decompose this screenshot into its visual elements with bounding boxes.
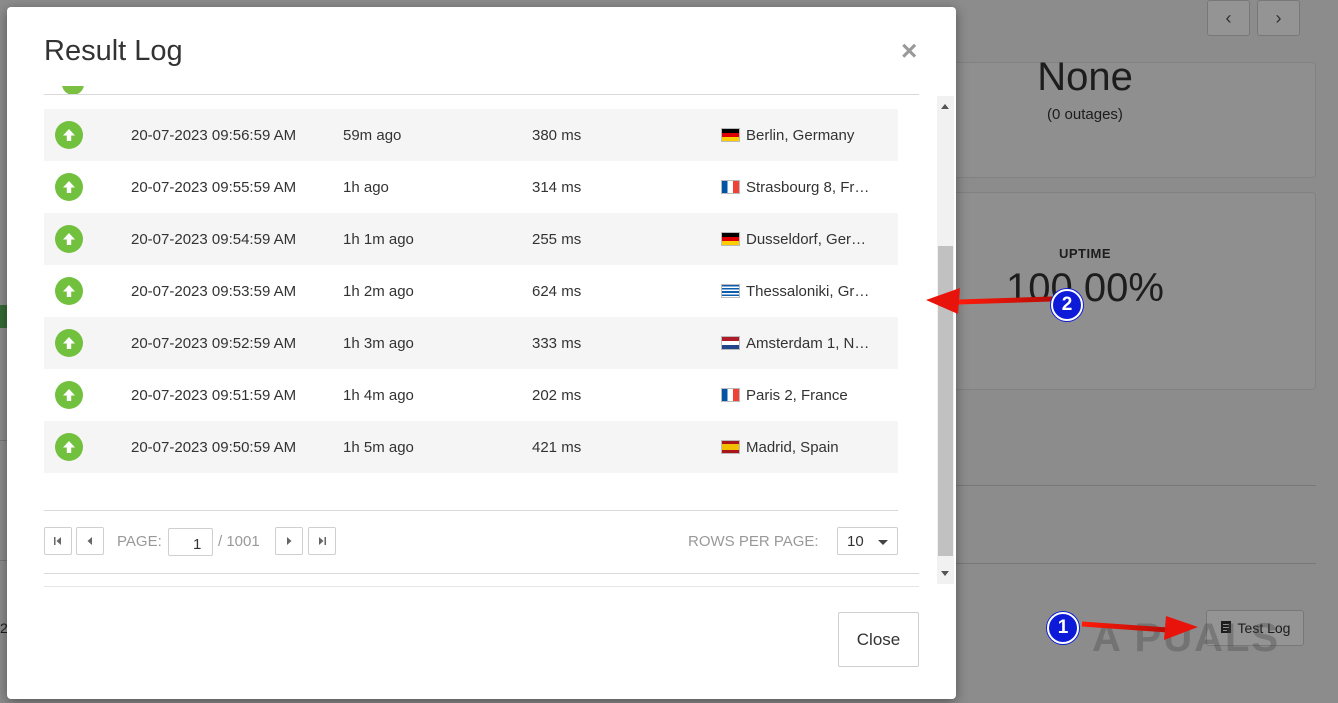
log-response-time: 314 ms bbox=[532, 178, 582, 196]
flag-es-icon bbox=[721, 440, 740, 454]
up-arrow-icon bbox=[55, 121, 83, 149]
annotation-badge-2: 2 bbox=[1051, 289, 1083, 321]
table-row: 20-07-2023 09:55:59 AM 1h ago 314 ms Strasb… bbox=[44, 161, 898, 213]
scroll-up-icon[interactable] bbox=[941, 104, 949, 109]
table-row: 20-07-2023 09:52:59 AM 1h 3m ago 333 ms Ams… bbox=[44, 317, 898, 369]
rows-per-page-value: 10 bbox=[847, 533, 864, 550]
log-location: Dusseldorf, Ger… bbox=[721, 231, 866, 248]
log-relative-time: 1h 3m ago bbox=[343, 334, 414, 352]
pagination: PAGE: / 1001 ROWS PER PAGE: 10 bbox=[44, 527, 898, 557]
location-label: Paris 2, France bbox=[746, 386, 848, 404]
log-response-time: 624 ms bbox=[532, 282, 582, 300]
log-date: 20-07-2023 09:52:59 AM bbox=[131, 334, 297, 352]
table-row: 20-07-2023 09:54:59 AM 1h 1m ago 255 ms Dus… bbox=[44, 213, 898, 265]
divider bbox=[44, 510, 898, 511]
location-label: Berlin, Germany bbox=[746, 126, 855, 144]
prev-page-icon bbox=[87, 537, 92, 545]
table-row: 20-07-2023 09:53:59 AM 1h 2m ago 624 ms The… bbox=[44, 265, 898, 317]
table-row: 20-07-2023 09:56:59 AM 59m ago 380 ms Berli… bbox=[44, 109, 898, 161]
appuals-watermark: A PUALS bbox=[1092, 616, 1281, 660]
log-date: 20-07-2023 09:55:59 AM bbox=[131, 178, 297, 196]
last-page-button[interactable] bbox=[308, 527, 336, 555]
log-relative-time: 1h ago bbox=[343, 178, 389, 196]
scrollbar-thumb[interactable] bbox=[938, 246, 953, 556]
divider bbox=[44, 94, 919, 95]
flag-de-icon bbox=[721, 128, 740, 142]
up-arrow-icon bbox=[55, 329, 83, 357]
log-response-time: 333 ms bbox=[532, 334, 582, 352]
divider bbox=[44, 573, 919, 574]
scroll-down-icon[interactable] bbox=[941, 571, 949, 576]
up-arrow-icon bbox=[55, 433, 83, 461]
location-label: Madrid, Spain bbox=[746, 438, 839, 456]
flag-fr-icon bbox=[721, 180, 740, 194]
flag-de-icon bbox=[721, 232, 740, 246]
log-relative-time: 1h 2m ago bbox=[343, 282, 414, 300]
up-arrow-icon bbox=[55, 225, 83, 253]
rows-per-page-select[interactable]: 10 bbox=[837, 527, 898, 555]
log-relative-time: 1h 5m ago bbox=[343, 438, 414, 456]
log-location: Madrid, Spain bbox=[721, 439, 839, 456]
last-page-icon bbox=[319, 537, 326, 545]
first-page-button[interactable] bbox=[44, 527, 72, 555]
up-arrow-icon bbox=[55, 277, 83, 305]
scrollbar[interactable] bbox=[937, 96, 954, 584]
log-response-time: 421 ms bbox=[532, 438, 582, 456]
up-arrow-icon bbox=[55, 173, 83, 201]
log-response-time: 380 ms bbox=[532, 126, 582, 144]
page-label: PAGE: bbox=[117, 533, 162, 550]
flag-nl-icon bbox=[721, 336, 740, 350]
log-response-time: 202 ms bbox=[532, 386, 582, 404]
location-label: Thessaloniki, Gr… bbox=[746, 282, 870, 300]
log-location: Paris 2, France bbox=[721, 387, 848, 404]
location-label: Amsterdam 1, N… bbox=[746, 334, 870, 352]
log-date: 20-07-2023 09:50:59 AM bbox=[131, 438, 297, 456]
next-page-button[interactable] bbox=[275, 527, 303, 555]
close-icon[interactable]: × bbox=[901, 37, 917, 65]
log-date: 20-07-2023 09:53:59 AM bbox=[131, 282, 297, 300]
log-location: Amsterdam 1, N… bbox=[721, 335, 869, 352]
log-location: Thessaloniki, Gr… bbox=[721, 283, 869, 300]
result-table: 20-07-2023 09:56:59 AM 59m ago 380 ms Berli… bbox=[44, 109, 898, 473]
annotation-badge-1: 1 bbox=[1047, 612, 1079, 644]
result-log-modal: Result Log × 20-07-2023 09:56:59 AM 59m a… bbox=[7, 7, 956, 699]
log-location: Berlin, Germany bbox=[721, 127, 854, 144]
divider bbox=[44, 586, 919, 587]
location-label: Strasbourg 8, Fr… bbox=[746, 178, 870, 196]
location-label: Dusseldorf, Ger… bbox=[746, 230, 867, 248]
log-relative-time: 1h 4m ago bbox=[343, 386, 414, 404]
rows-per-page-label: ROWS PER PAGE: bbox=[688, 533, 819, 550]
log-date: 20-07-2023 09:56:59 AM bbox=[131, 126, 297, 144]
prev-page-button[interactable] bbox=[76, 527, 104, 555]
next-page-icon bbox=[287, 537, 292, 545]
table-row: 20-07-2023 09:51:59 AM 1h 4m ago 202 ms Par… bbox=[44, 369, 898, 421]
up-arrow-icon bbox=[55, 381, 83, 409]
log-relative-time: 59m ago bbox=[343, 126, 402, 144]
log-relative-time: 1h 1m ago bbox=[343, 230, 414, 248]
modal-title: Result Log bbox=[44, 35, 183, 67]
first-page-icon bbox=[54, 537, 61, 545]
log-response-time: 255 ms bbox=[532, 230, 582, 248]
page-number-input[interactable] bbox=[168, 528, 213, 556]
log-location: Strasbourg 8, Fr… bbox=[721, 179, 869, 196]
flag-gr-icon bbox=[721, 284, 740, 298]
flag-fr-icon bbox=[721, 388, 740, 402]
page-total: / 1001 bbox=[218, 533, 260, 550]
chevron-down-icon bbox=[878, 540, 888, 545]
log-date: 20-07-2023 09:51:59 AM bbox=[131, 386, 297, 404]
close-button[interactable]: Close bbox=[838, 612, 919, 667]
table-row: 20-07-2023 09:50:59 AM 1h 5m ago 421 ms Mad… bbox=[44, 421, 898, 473]
log-date: 20-07-2023 09:54:59 AM bbox=[131, 230, 297, 248]
